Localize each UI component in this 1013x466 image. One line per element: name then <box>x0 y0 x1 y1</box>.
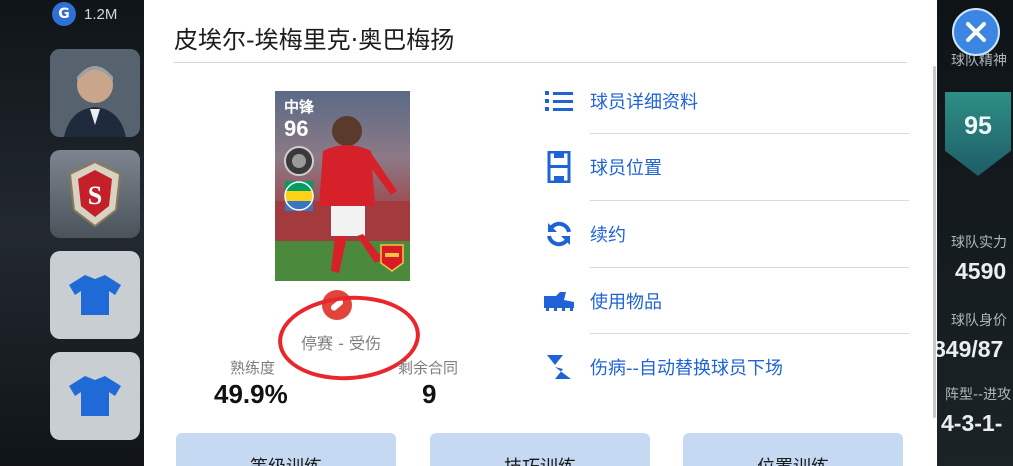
position-training-button[interactable]: 位置训练 <box>683 433 903 466</box>
menu-label: 伤病--自动替换球员下场 <box>590 358 783 379</box>
pitch-icon <box>542 150 576 184</box>
coin-balance: G 1.2M <box>52 2 117 26</box>
coach-slot[interactable] <box>50 49 140 137</box>
formation-label: 阵型--进攻 <box>945 387 1012 403</box>
kit-slot-1[interactable] <box>50 251 140 339</box>
menu-label: 球员位置 <box>590 158 662 179</box>
button-label: 等级训练 <box>250 453 322 466</box>
menu-label: 使用物品 <box>590 292 662 313</box>
card-position: 中锋 <box>284 98 315 116</box>
coach-avatar-icon <box>50 49 140 137</box>
shirt-icon <box>69 376 121 416</box>
menu-renew-contract[interactable]: 续约 <box>542 201 909 267</box>
club-slot[interactable]: S <box>50 150 140 238</box>
close-icon <box>966 22 986 42</box>
menu-label: 球员详细资料 <box>590 92 698 113</box>
menu-player-details[interactable]: 球员详细资料 <box>542 68 909 134</box>
close-button[interactable] <box>952 8 1000 56</box>
team-strength-value: 4590 <box>955 258 1007 284</box>
boot-icon <box>542 284 576 318</box>
coin-icon: G <box>52 2 76 26</box>
substitute-icon <box>542 350 576 384</box>
player-name-title: 皮埃尔-埃梅里克·奥巴梅扬 <box>174 26 455 54</box>
skill-training-button[interactable]: 技巧训练 <box>430 433 650 466</box>
team-spirit-shield: 95 <box>945 92 1011 176</box>
contract-value: 9 <box>422 379 437 409</box>
gabon-flag-icon <box>284 181 314 211</box>
menu-use-item[interactable]: 使用物品 <box>542 268 909 334</box>
team-value-value: 849/87 <box>937 336 1004 362</box>
club-crest-icon: S <box>68 160 122 228</box>
badge-icon <box>284 146 314 176</box>
menu-injury-auto-substitute[interactable]: 伤病--自动替换球员下场 <box>542 334 909 400</box>
menu-label: 续约 <box>590 225 626 246</box>
menu-player-position[interactable]: 球员位置 <box>542 134 909 200</box>
refresh-icon <box>542 217 576 251</box>
list-icon <box>542 84 576 118</box>
scrollbar[interactable] <box>933 66 936 418</box>
coin-amount: 1.2M <box>84 5 118 23</box>
card-rating: 96 <box>284 116 309 141</box>
team-spirit-value: 95 <box>964 112 992 140</box>
team-strength-label: 球队实力 <box>951 235 1007 251</box>
svg-text:S: S <box>88 181 102 210</box>
contract-label: 剩余合同 <box>398 359 459 377</box>
shirt-icon <box>69 275 121 315</box>
proficiency-label: 熟练度 <box>230 359 276 377</box>
button-label: 位置训练 <box>757 453 829 466</box>
level-training-button[interactable]: 等级训练 <box>176 433 396 466</box>
club-crest-icon <box>380 244 404 272</box>
team-value-label: 球队身价 <box>951 313 1007 329</box>
background-right-panel: 球队精神 95 球队实力 4590 球队身价 849/87 阵型--进攻 4-3… <box>937 0 1013 466</box>
proficiency-value: 49.9% <box>214 379 288 409</box>
background-left-panel: G 1.2M S <box>0 0 150 466</box>
button-label: 技巧训练 <box>504 453 576 466</box>
player-options-dialog: 皮埃尔-埃梅里克·奥巴梅扬 中锋 96 停赛 - 受伤 熟练度 49.9% 剩余… <box>144 0 937 466</box>
kit-slot-2[interactable] <box>50 352 140 440</box>
formation-value: 4-3-1- <box>941 410 1003 436</box>
player-card[interactable]: 中锋 96 <box>275 91 410 281</box>
title-divider <box>174 62 907 63</box>
